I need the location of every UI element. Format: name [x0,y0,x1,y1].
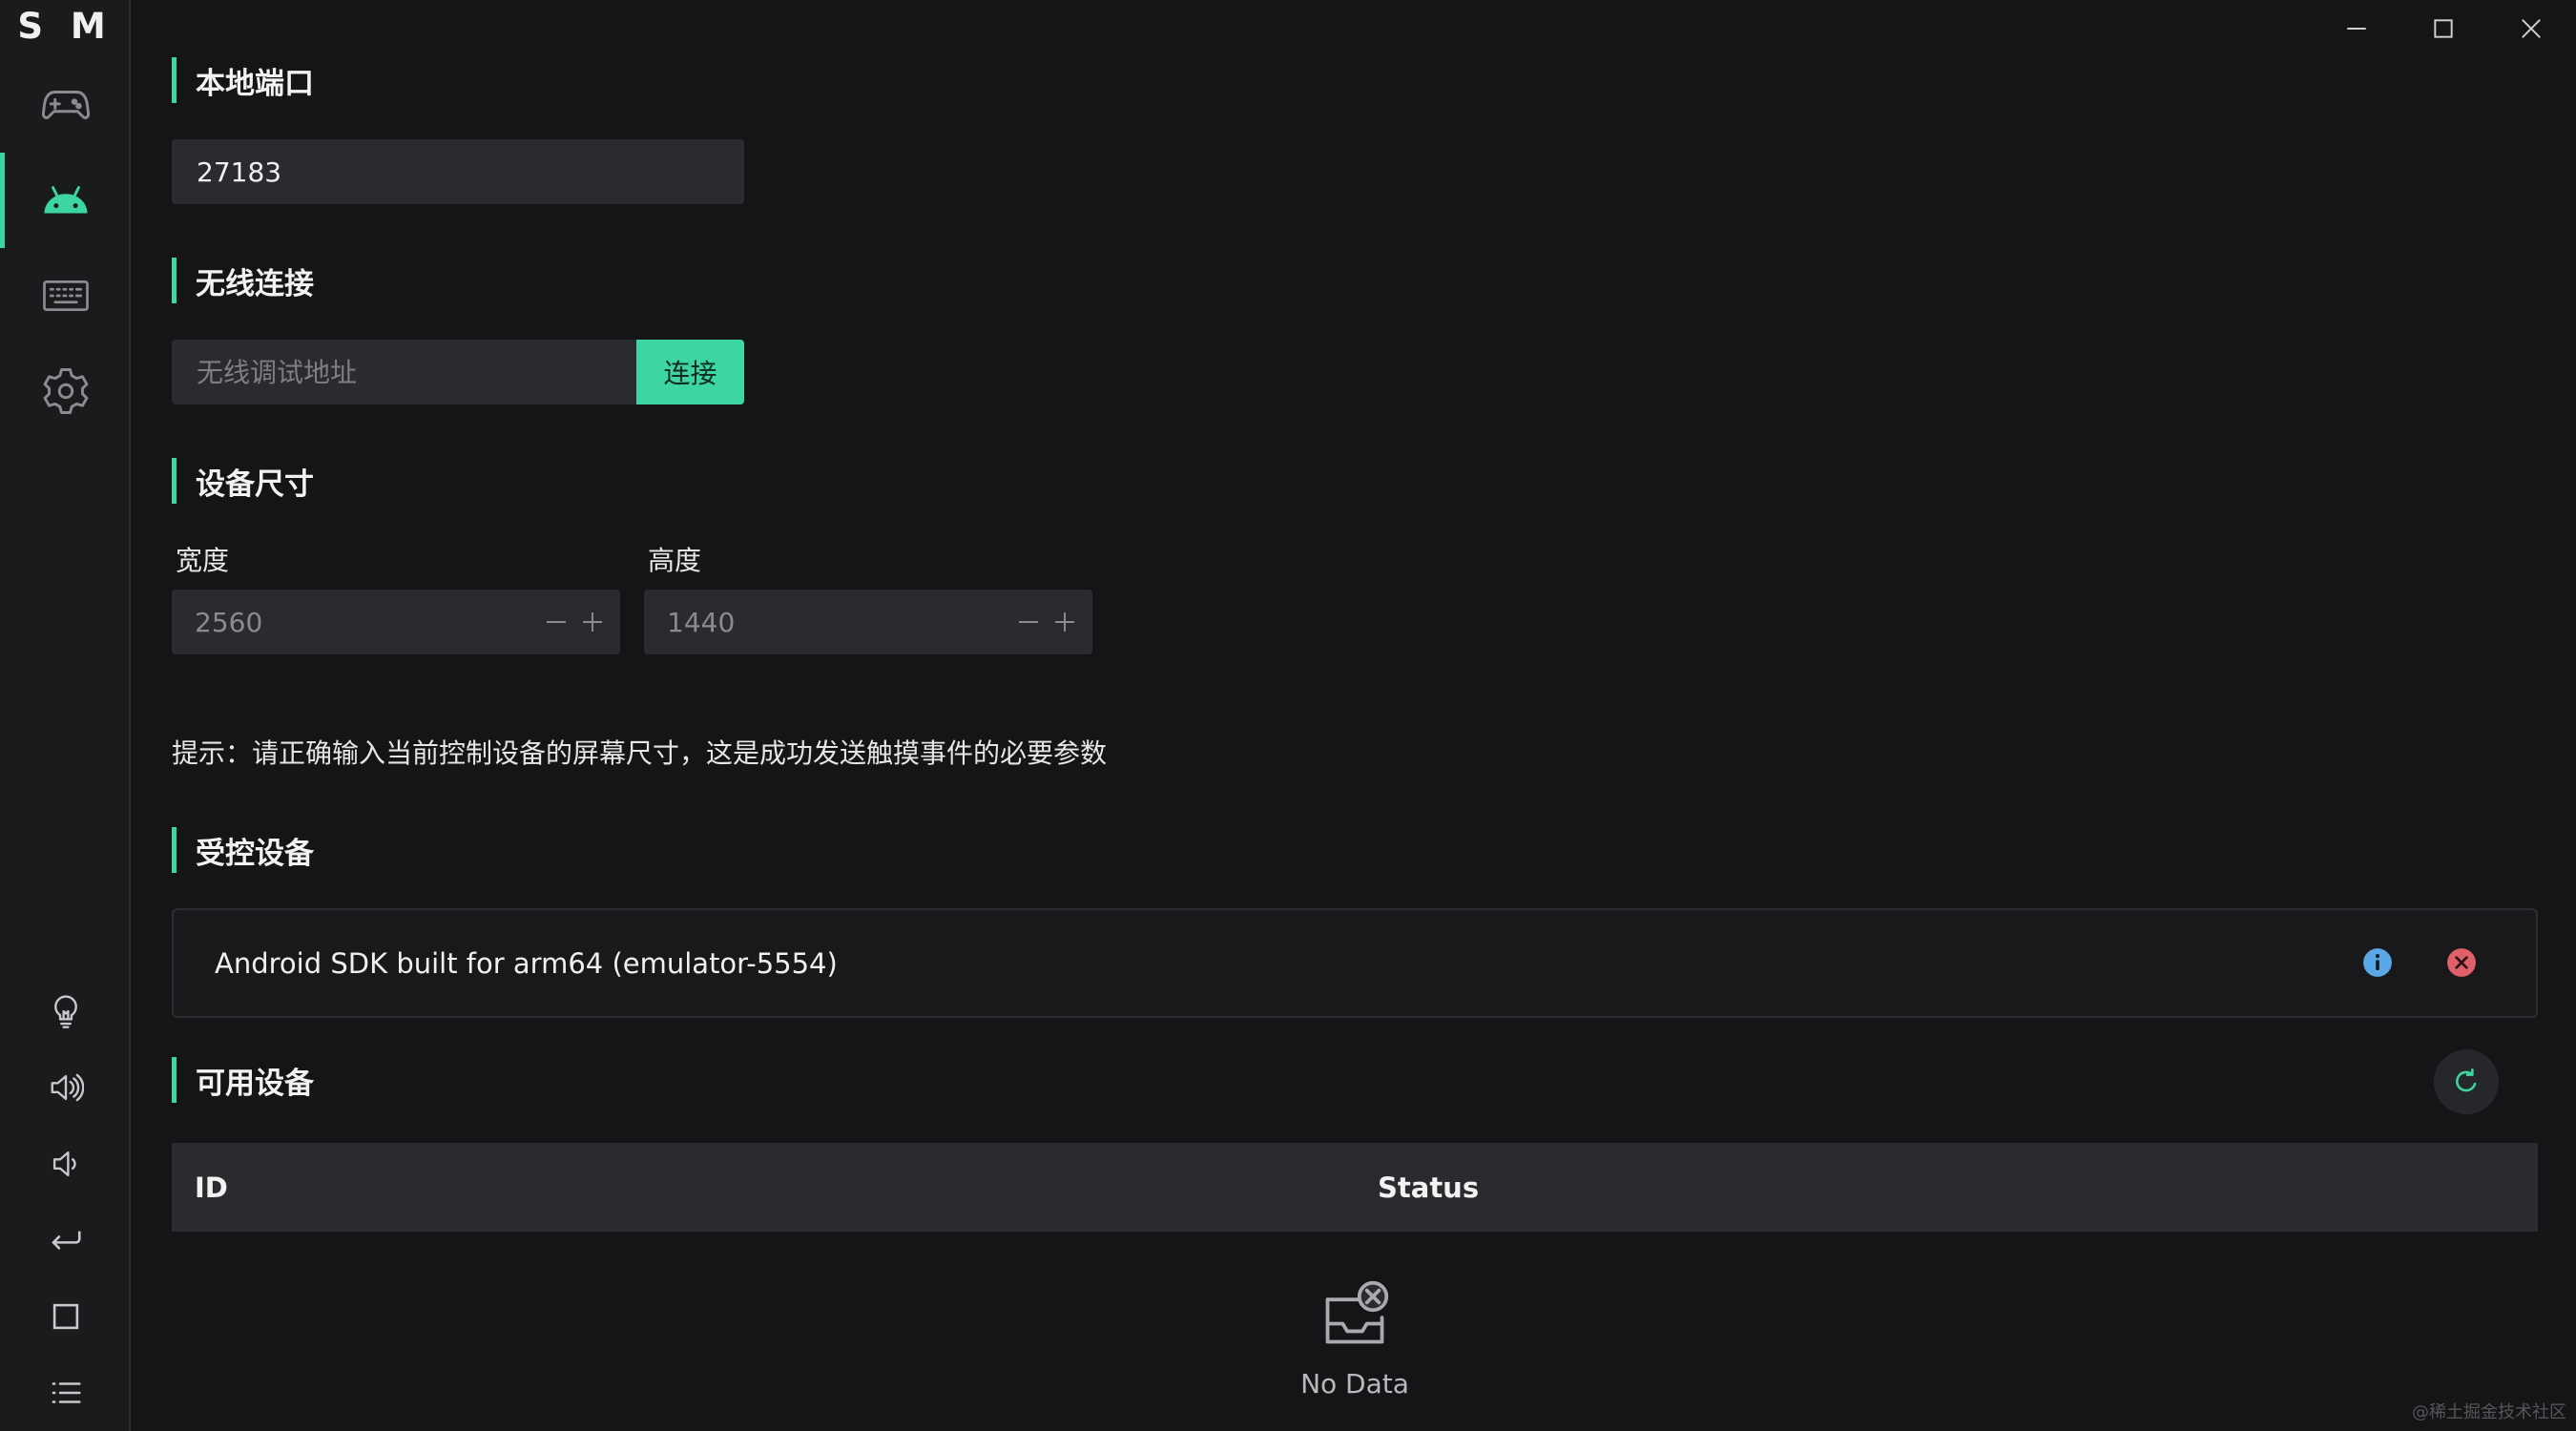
section-title-wireless: 无线连接 [172,258,314,303]
width-value[interactable]: 2560 [195,607,538,638]
wireless-address-field[interactable] [172,340,636,404]
width-label: 宽度 [176,545,230,576]
maximize-button[interactable] [2415,8,2472,50]
gear-icon [43,368,88,414]
volume-down-icon [52,1151,76,1177]
tool-home[interactable] [0,1288,131,1345]
wireless-address-input[interactable] [195,355,636,389]
app-logo: S M [17,6,114,47]
height-value[interactable]: 1440 [667,607,1010,638]
local-port-field[interactable] [172,139,744,204]
empty-inbox-icon [1325,1280,1389,1344]
list-icon [52,1382,81,1403]
lightbulb-icon [53,995,77,1028]
width-increment-button[interactable] [574,590,611,654]
keyboard-icon [42,280,89,311]
sidebar-item-gamepad[interactable] [0,57,131,153]
empty-state: No Data [1259,1278,1450,1400]
width-decrement-button[interactable] [538,590,574,654]
sidebar-item-android[interactable] [0,153,131,248]
sidebar-item-keyboard[interactable] [0,248,131,343]
connect-button[interactable]: 连接 [636,340,744,404]
minus-icon [1019,621,1038,623]
plus-icon [1055,612,1074,632]
app-window: S M 本地端口 27183 无线连接 无线调试地址 连接 设备尺寸 宽度 高度… [0,0,2576,1431]
column-header-id: ID [195,1171,228,1204]
column-header-status: Status [1378,1171,1480,1204]
size-tip-text: 提示：请正确输入当前控制设备的屏幕尺寸，这是成功发送触摸事件的必要参数 [172,737,1108,769]
section-title-local-port: 本地端口 [172,57,314,103]
width-stepper[interactable]: 2560 [172,590,620,654]
close-button[interactable] [2503,8,2560,50]
empty-state-text: No Data [1300,1368,1409,1400]
watermark: @稀土掘金技术社区 [2412,1402,2566,1422]
sidebar: S M [0,0,131,1431]
sidebar-item-settings[interactable] [0,343,131,439]
height-increment-button[interactable] [1047,590,1083,654]
android-icon [44,186,87,214]
available-devices-table-header: ID Status [172,1143,2538,1232]
minimize-icon [2347,28,2366,30]
refresh-icon [2456,1068,2477,1092]
controlled-device-name: Android SDK built for arm64 (emulator-55… [215,946,838,980]
refresh-button[interactable] [2434,1049,2499,1114]
tool-volume-up[interactable] [0,1059,131,1116]
section-title-available-devices: 可用设备 [172,1057,314,1103]
gamepad-icon [41,91,90,119]
tool-back[interactable] [0,1212,131,1269]
volume-up-icon [51,1073,84,1102]
plus-icon [583,612,602,632]
info-icon[interactable] [2361,946,2394,979]
maximize-icon [2434,19,2453,38]
tool-volume-down[interactable] [0,1135,131,1192]
section-title-controlled-device: 受控设备 [172,827,314,873]
section-title-device-size: 设备尺寸 [172,458,314,504]
minus-icon [547,621,566,623]
back-arrow-icon [52,1231,81,1250]
tool-light[interactable] [0,983,131,1040]
tool-menu[interactable] [0,1364,131,1421]
disconnect-icon[interactable] [2445,946,2478,979]
controlled-device-card: Android SDK built for arm64 (emulator-55… [172,908,2538,1018]
square-icon [52,1303,78,1330]
height-stepper[interactable]: 1440 [644,590,1092,654]
close-icon [2522,19,2541,38]
minimize-button[interactable] [2328,8,2385,50]
local-port-input[interactable] [195,155,744,189]
height-label: 高度 [648,545,702,576]
height-decrement-button[interactable] [1010,590,1047,654]
